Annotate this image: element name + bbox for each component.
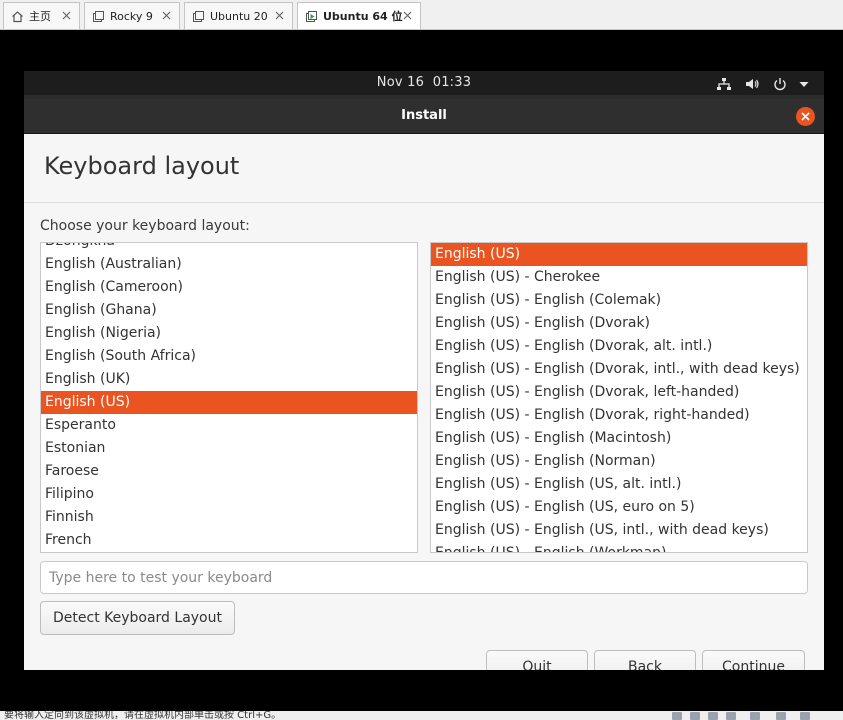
host-tab-ubuntu20[interactable]: Ubuntu 20 bbox=[184, 2, 293, 29]
host-tab-label: Rocky 9 bbox=[110, 9, 153, 23]
network-icon[interactable] bbox=[716, 76, 732, 90]
keyboard-test-input[interactable] bbox=[40, 561, 808, 594]
list-item[interactable]: English (US) - Cherokee bbox=[431, 266, 807, 289]
vm-screen[interactable]: Nov 16 01:33 Install Keyboard layout Cho… bbox=[24, 71, 824, 670]
host-tab-label: Ubuntu 64 位 bbox=[323, 10, 403, 23]
list-item[interactable]: English (US) bbox=[41, 391, 417, 414]
menu-arrow-icon[interactable] bbox=[796, 76, 812, 90]
variant-list-items: English (US) English (US) - Cherokee Engli… bbox=[431, 243, 807, 552]
close-icon[interactable] bbox=[273, 9, 286, 22]
layout-list-items: DzongkhaEnglish (Australian)English (Cam… bbox=[41, 243, 417, 552]
clock[interactable]: Nov 16 01:33 bbox=[24, 75, 824, 90]
page-title: Keyboard layout bbox=[44, 152, 240, 180]
list-item[interactable]: English (Ghana) bbox=[41, 299, 417, 322]
list-item[interactable]: English (US) bbox=[431, 243, 807, 266]
detect-keyboard-layout-button[interactable]: Detect Keyboard Layout bbox=[40, 601, 235, 635]
clock-time: 01:33 bbox=[432, 75, 472, 90]
vm-icon bbox=[91, 9, 105, 23]
list-item[interactable]: English (South Africa) bbox=[41, 345, 417, 368]
host-status-bar: 要将输入定向到该虚拟机，请在虚拟机内部单击或按 Ctrl+G。 bbox=[0, 711, 843, 720]
list-item[interactable]: Faroese bbox=[41, 460, 417, 483]
list-item[interactable]: English (UK) bbox=[41, 368, 417, 391]
home-icon bbox=[10, 9, 24, 23]
list-item[interactable]: English (US) - English (Dvorak, intl., w… bbox=[431, 358, 807, 381]
clock-date: Nov 16 bbox=[376, 75, 425, 90]
divider bbox=[24, 202, 824, 203]
layout-list[interactable]: DzongkhaEnglish (Australian)English (Cam… bbox=[40, 242, 418, 553]
host-status-text: 要将输入定向到该虚拟机，请在虚拟机内部单击或按 Ctrl+G。 bbox=[4, 711, 282, 720]
close-icon bbox=[801, 112, 810, 121]
close-icon[interactable] bbox=[160, 9, 173, 22]
host-tab-rocky9[interactable]: Rocky 9 bbox=[84, 2, 180, 29]
installer-content: Keyboard layout Choose your keyboard lay… bbox=[24, 134, 824, 670]
list-item[interactable]: English (US) - English (US, alt. intl.) bbox=[431, 473, 807, 496]
list-item[interactable]: English (Cameroon) bbox=[41, 276, 417, 299]
list-item[interactable]: English (US) - English (Macintosh) bbox=[431, 427, 807, 450]
volume-icon[interactable] bbox=[744, 76, 760, 90]
list-item[interactable]: English (US) - English (US, euro on 5) bbox=[431, 496, 807, 519]
power-icon[interactable] bbox=[772, 76, 788, 91]
list-item[interactable]: English (Australian) bbox=[41, 253, 417, 276]
list-item[interactable]: English (US) - English (Norman) bbox=[431, 450, 807, 473]
gnome-top-bar: Nov 16 01:33 bbox=[24, 71, 824, 95]
list-item[interactable]: Filipino bbox=[41, 483, 417, 506]
list-item[interactable]: English (US) - English (Dvorak) bbox=[431, 312, 807, 335]
window-close-button[interactable] bbox=[796, 107, 815, 126]
list-item[interactable]: English (US) - English (Workman) bbox=[431, 542, 807, 552]
host-tab-home[interactable]: 主页 bbox=[3, 2, 80, 29]
list-item[interactable]: Esperanto bbox=[41, 414, 417, 437]
host-tab-label: 主页 bbox=[29, 10, 51, 23]
host-tab-strip: 主页 Rocky 9 Ubuntu 20 Ubuntu 64 位 bbox=[0, 0, 843, 30]
close-icon[interactable] bbox=[401, 9, 414, 22]
display-icon[interactable] bbox=[776, 712, 786, 720]
network-adapter-icon[interactable] bbox=[708, 712, 718, 720]
host-tab-ubuntu64[interactable]: Ubuntu 64 位 bbox=[297, 2, 421, 29]
list-item[interactable]: English (US) - English (Dvorak, alt. int… bbox=[431, 335, 807, 358]
continue-button[interactable]: Continue bbox=[702, 650, 805, 670]
usb-icon[interactable] bbox=[726, 712, 736, 720]
host-tab-label: Ubuntu 20 bbox=[210, 9, 268, 23]
list-item[interactable]: Dzongkha bbox=[41, 243, 417, 253]
vm-running-icon bbox=[304, 9, 318, 23]
list-item[interactable]: English (US) - English (US, intl., with … bbox=[431, 519, 807, 542]
list-item[interactable]: French bbox=[41, 529, 417, 552]
list-item[interactable]: Estonian bbox=[41, 437, 417, 460]
list-item[interactable]: English (US) - English (Dvorak, left-han… bbox=[431, 381, 807, 404]
quit-button[interactable]: Quit bbox=[486, 650, 588, 670]
list-item[interactable]: English (US) - English (Colemak) bbox=[431, 289, 807, 312]
back-button[interactable]: Back bbox=[594, 650, 696, 670]
window-title: Install bbox=[401, 108, 447, 123]
variant-list[interactable]: English (US) English (US) - Cherokee Engli… bbox=[430, 242, 808, 553]
settings-icon[interactable] bbox=[800, 712, 810, 720]
close-icon[interactable] bbox=[60, 9, 73, 22]
sound-icon[interactable] bbox=[750, 712, 760, 720]
vm-icon bbox=[191, 9, 205, 23]
list-item[interactable]: English (US) - English (Dvorak, right-ha… bbox=[431, 404, 807, 427]
hdd-icon[interactable] bbox=[672, 712, 682, 720]
choose-layout-label: Choose your keyboard layout: bbox=[40, 218, 250, 234]
window-titlebar: Install bbox=[24, 99, 824, 134]
list-item[interactable]: Finnish bbox=[41, 506, 417, 529]
list-item[interactable]: English (Nigeria) bbox=[41, 322, 417, 345]
cdrom-icon[interactable] bbox=[690, 712, 700, 720]
